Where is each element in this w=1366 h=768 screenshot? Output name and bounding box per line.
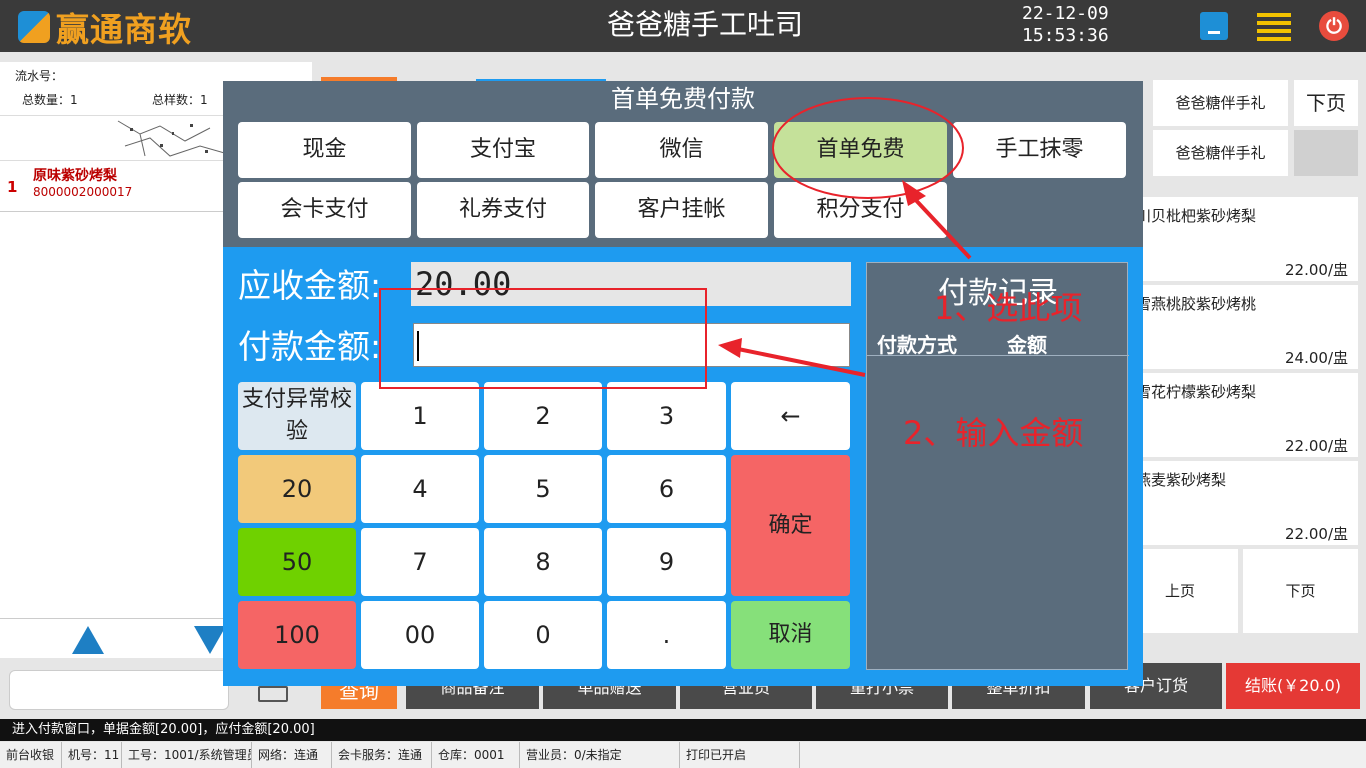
method-points[interactable]: 积分支付 [774,182,947,238]
status-card-service: 会卡服务：连通 [332,742,432,768]
status-terminal: 机号：11 [62,742,122,768]
records-col-method: 付款方式 [877,333,957,357]
clock-time: 15:53:36 [1022,25,1109,46]
records-col-amount: 金额 [1007,333,1047,357]
method-voucher[interactable]: 礼券支付 [417,182,589,238]
key-9[interactable]: 9 [607,528,726,596]
product-card[interactable]: 雪燕桃胶紫砂烤桃 24.00/盅 [1130,285,1358,369]
quick-amount-20[interactable]: 20 [238,455,356,523]
confirm-button[interactable]: 确定 [731,455,850,596]
key-2[interactable]: 2 [484,382,602,450]
receivable-amount: 20.00 [411,262,851,306]
annotation-step1: 1、选此项 [934,289,1083,327]
method-alipay[interactable]: 支付宝 [417,122,589,178]
product-name: 雪燕桃胶紫砂烤桃 [1136,295,1257,313]
crack-pattern [0,115,230,161]
key-0[interactable]: 0 [484,601,602,669]
minimize-button[interactable] [1200,12,1228,40]
product-name: 雪花柠檬紫砂烤梨 [1136,383,1257,401]
method-manual-rounding[interactable]: 手工抹零 [953,122,1126,178]
cancel-button[interactable]: 取消 [731,601,850,669]
product-price: 22.00/盅 [1285,525,1348,543]
total-qty-label: 总数量：1 [22,93,78,107]
menu-icon[interactable] [1257,13,1291,41]
item-index: 1 [7,178,18,196]
logo-mark-icon [18,11,50,43]
key-1[interactable]: 1 [361,382,479,450]
quick-amount-100[interactable]: 100 [238,601,356,669]
power-icon[interactable]: ⏻ [1319,11,1349,41]
status-operator: 工号：1001/系统管理员 [122,742,252,768]
annotation-step2: 2、输入金额 [903,414,1084,452]
product-tab-1[interactable]: 爸爸糖伴手礼 [1153,80,1288,126]
method-customer-credit[interactable]: 客户挂帐 [595,182,768,238]
key-8[interactable]: 8 [484,528,602,596]
payment-dialog: 首单免费付款 现金 支付宝 微信 首单免费 手工抹零 会卡支付 礼券支付 客户挂… [223,81,1143,686]
method-member-card[interactable]: 会卡支付 [238,182,411,238]
item-code: 8000002000017 [33,185,133,199]
order-item-row[interactable]: 1 原味紫砂烤梨 8000002000017 [0,162,230,212]
key-3[interactable]: 3 [607,382,726,450]
clock-date: 22-12-09 [1022,3,1109,24]
crack-pattern-icon [117,120,229,157]
scroll-down-icon[interactable] [194,626,226,654]
total-kinds-label: 总样数：1 [152,93,208,107]
payment-check-button[interactable]: 支付异常校验 [238,382,356,450]
quick-amount-50[interactable]: 50 [238,528,356,596]
top-bar: 赢通商软 爸爸糖手工吐司 22-12-09 15:53:36 ⏻ [0,0,1366,52]
key-6[interactable]: 6 [607,455,726,523]
product-tab-2[interactable]: 爸爸糖伴手礼 [1153,130,1288,176]
key-4[interactable]: 4 [361,455,479,523]
key-00[interactable]: 00 [361,601,479,669]
product-name: 川贝枇杷紫砂烤梨 [1136,207,1257,225]
logo-text: 赢通商软 [56,10,192,49]
barcode-input[interactable] [9,670,229,710]
product-price: 24.00/盅 [1285,349,1348,367]
method-wechat[interactable]: 微信 [595,122,768,178]
clock: 22-12-09 15:53:36 [1022,3,1109,47]
payment-amount-input[interactable] [413,323,850,367]
status-printer: 打印已开启 [680,742,800,768]
receivable-value: 20.00 [415,265,512,303]
next-page-top-button[interactable]: 下页 [1294,80,1358,126]
product-name: 燕麦紫砂烤梨 [1136,471,1227,489]
product-price: 22.00/盅 [1285,437,1348,455]
status-network: 网络：连通 [252,742,332,768]
payment-label: 付款金额: [238,327,382,366]
product-card[interactable]: 川贝枇杷紫砂烤梨 22.00/盅 [1130,197,1358,281]
status-message: 进入付款窗口，单据金额[20.00]，应付金额[20.00] [0,719,1366,741]
item-name: 原味紫砂烤梨 [33,168,117,184]
backspace-button[interactable]: ← [731,382,850,450]
next-page-button[interactable]: 下页 [1243,549,1358,633]
method-first-order-free[interactable]: 首单免费 [774,122,947,178]
receivable-label: 应收金额: [238,266,382,305]
status-bar: 前台收银 机号：11 工号：1001/系统管理员 网络：连通 会卡服务：连通 仓… [0,742,1366,768]
product-tab-empty [1294,130,1358,176]
store-title: 爸爸糖手工吐司 [606,8,803,41]
key-5[interactable]: 5 [484,455,602,523]
method-cash[interactable]: 现金 [238,122,411,178]
text-caret [417,331,419,361]
dialog-title: 首单免费付款 [611,85,755,113]
key-7[interactable]: 7 [361,528,479,596]
product-card[interactable]: 燕麦紫砂烤梨 22.00/盅 [1130,461,1358,545]
status-warehouse: 仓库：0001 [432,742,520,768]
keyboard-icon[interactable] [258,686,288,702]
status-mode: 前台收银 [0,742,62,768]
scroll-up-icon[interactable] [72,626,104,654]
product-price: 22.00/盅 [1285,261,1348,279]
records-divider [867,355,1129,356]
checkout-button[interactable]: 结账(￥20.0) [1226,663,1360,709]
product-card[interactable]: 雪花柠檬紫砂烤梨 22.00/盅 [1130,373,1358,457]
key-dot[interactable]: . [607,601,726,669]
app-logo: 赢通商软 [18,8,192,49]
status-salesperson: 营业员：0/未指定 [520,742,680,768]
serial-label: 流水号： [15,69,64,83]
